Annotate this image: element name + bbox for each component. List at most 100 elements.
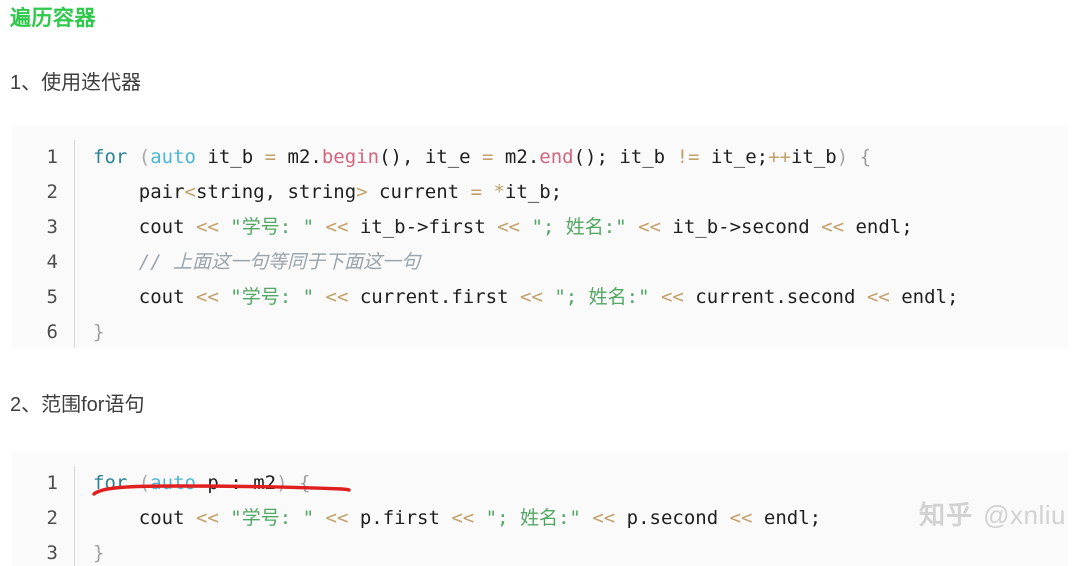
token-identifier: it_b; bbox=[504, 181, 563, 203]
line-number: 5 bbox=[46, 286, 58, 308]
token-operator: << bbox=[638, 216, 661, 238]
token-string: "; 姓名:" bbox=[474, 507, 593, 529]
line-number: 3 bbox=[46, 216, 58, 238]
code-line: 3 } bbox=[12, 536, 1068, 566]
token-operator: << bbox=[729, 507, 753, 529]
token-function: begin bbox=[321, 146, 380, 168]
token-identifier: it_b bbox=[619, 146, 677, 168]
token-string: "学号: " bbox=[218, 507, 326, 529]
token-identifier: m2 bbox=[276, 146, 311, 168]
token-operator: * bbox=[482, 181, 505, 203]
watermark-handle: @xnliu bbox=[983, 500, 1066, 530]
token-operator: = bbox=[264, 146, 277, 168]
line-number: 2 bbox=[46, 507, 58, 529]
line-number: 2 bbox=[46, 181, 58, 203]
token-identifier: m2 bbox=[241, 472, 277, 494]
token-punct: . bbox=[527, 146, 540, 168]
token-keyword: for bbox=[93, 472, 128, 494]
code-line: 6 } bbox=[12, 315, 1068, 348]
token-string: "; 姓名:" bbox=[520, 216, 639, 238]
code-line: 1 for (auto p : m2) { bbox=[12, 466, 1068, 501]
line-number: 4 bbox=[46, 251, 58, 273]
code-line-content: // 上面这一句等同于下面这一句 bbox=[75, 245, 420, 280]
token-operator: << bbox=[195, 216, 219, 238]
token-keyword: for bbox=[93, 146, 128, 168]
token-string: "学号: " bbox=[218, 286, 326, 308]
page-title: 遍历容器 bbox=[10, 7, 96, 30]
token-operator: << bbox=[325, 286, 349, 308]
token-type: auto bbox=[150, 146, 196, 168]
token-identifier: endl; bbox=[889, 286, 959, 308]
token-punct: ) bbox=[836, 146, 849, 168]
token-operator: << bbox=[866, 286, 890, 308]
token-operator: << bbox=[592, 507, 616, 529]
token-operator: < bbox=[184, 181, 196, 203]
token-function: end bbox=[539, 146, 574, 168]
token-string: "; 姓名:" bbox=[542, 286, 661, 308]
token-brace: { bbox=[848, 146, 872, 168]
token-comment: // 上面这一句等同于下面这一句 bbox=[138, 251, 421, 273]
token-identifier: m2 bbox=[493, 146, 528, 168]
code-line: 4 // 上面这一句等同于下面这一句 bbox=[12, 245, 1068, 280]
watermark-logo: 知乎 bbox=[919, 500, 974, 530]
token-brace: } bbox=[93, 321, 105, 343]
token-identifier: it_b->second bbox=[660, 216, 822, 238]
token-identifier: current.first bbox=[348, 286, 520, 308]
token-operator: << bbox=[195, 286, 219, 308]
token-identifier: it_e bbox=[424, 146, 483, 168]
token-operator: = bbox=[470, 181, 482, 203]
section-heading-1: 1、使用迭代器 bbox=[10, 72, 142, 94]
watermark: 知乎 @xnliu bbox=[919, 500, 1066, 530]
token-identifier: it_b->first bbox=[348, 216, 498, 238]
code-line-content: cout << "学号: " << current.first << "; 姓名… bbox=[75, 280, 959, 315]
token-string: "学号: " bbox=[218, 216, 326, 238]
token-operator: << bbox=[325, 216, 349, 238]
token-brace: { bbox=[287, 472, 311, 494]
token-operator: << bbox=[821, 216, 845, 238]
token-identifier: cout bbox=[138, 286, 196, 308]
token-operator: ++ bbox=[768, 146, 791, 168]
token-punct: : bbox=[230, 472, 242, 494]
token-punct: ( bbox=[127, 146, 151, 168]
token-identifier: p.second bbox=[615, 507, 730, 529]
token-identifier: endl; bbox=[844, 216, 913, 238]
token-identifier: it_b bbox=[195, 146, 265, 168]
token-identifier: it_b bbox=[790, 146, 837, 168]
code-line-content: cout << "学号: " << p.first << "; 姓名:" << … bbox=[75, 501, 821, 536]
token-identifier: pair bbox=[138, 181, 185, 203]
code-line-content: } bbox=[75, 536, 104, 566]
token-identifier: string, string bbox=[195, 181, 357, 203]
code-line-content: } bbox=[75, 315, 104, 348]
code-block-range-for: 1 for (auto p : m2) { 2 cout << "学号: " <… bbox=[12, 452, 1068, 566]
token-identifier: endl; bbox=[752, 507, 822, 529]
token-operator: << bbox=[451, 507, 475, 529]
token-identifier: cout bbox=[138, 507, 196, 529]
token-brace: } bbox=[93, 542, 105, 564]
code-line-content: pair<string, string> current = *it_b; bbox=[75, 175, 562, 210]
code-line: 1 for (auto it_b = m2.begin(), it_e = m2… bbox=[12, 140, 1068, 175]
token-identifier: current.second bbox=[683, 286, 867, 308]
token-operator: << bbox=[519, 286, 543, 308]
code-line: 5 cout << "学号: " << current.first << "; … bbox=[12, 280, 1068, 315]
token-operator: = bbox=[482, 146, 494, 168]
section-heading-2: 2、范围for语句 bbox=[10, 394, 145, 416]
line-number: 1 bbox=[46, 472, 58, 494]
token-operator: > bbox=[356, 181, 368, 203]
token-identifier: it_e; bbox=[699, 146, 769, 168]
line-number: 1 bbox=[46, 146, 58, 168]
token-punct: ) bbox=[276, 472, 288, 494]
token-type: auto bbox=[150, 472, 196, 494]
code-line-content: for (auto it_b = m2.begin(), it_e = m2.e… bbox=[75, 140, 871, 175]
token-punct: (); bbox=[573, 146, 620, 168]
code-line: 3 cout << "学号: " << it_b->first << "; 姓名… bbox=[12, 210, 1068, 245]
token-punct: . bbox=[310, 146, 322, 168]
code-block-iterator: 1 for (auto it_b = m2.begin(), it_e = m2… bbox=[12, 126, 1068, 348]
code-line: 2 cout << "学号: " << p.first << "; 姓名:" <… bbox=[12, 501, 1068, 536]
token-operator: << bbox=[660, 286, 684, 308]
token-operator: << bbox=[195, 507, 219, 529]
